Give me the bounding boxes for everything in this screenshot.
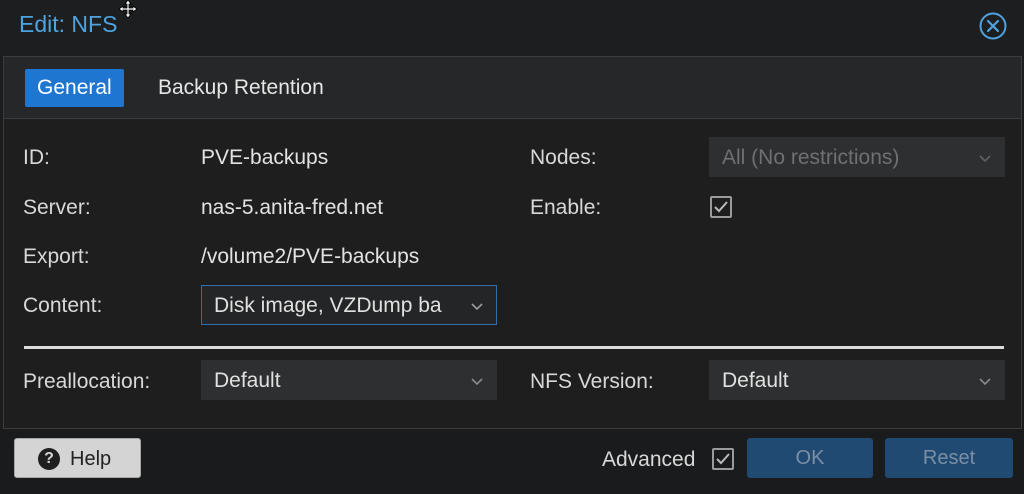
form-divider bbox=[24, 346, 1004, 349]
close-icon[interactable] bbox=[978, 11, 1008, 41]
dialog-titlebar[interactable]: Edit: NFS bbox=[0, 0, 1024, 56]
advanced-label: Advanced bbox=[602, 448, 696, 471]
content-label: Content: bbox=[23, 294, 103, 317]
move-cursor-icon bbox=[118, 0, 138, 18]
content-combobox[interactable]: Disk image, VZDump ba bbox=[201, 285, 497, 325]
export-label: Export: bbox=[23, 245, 90, 268]
export-value: /volume2/PVE-backups bbox=[201, 245, 420, 268]
preallocation-combobox-value: Default bbox=[214, 369, 281, 392]
edit-nfs-dialog: Edit: NFS General Backup Retention ID: P… bbox=[0, 0, 1024, 494]
reset-button[interactable]: Reset bbox=[885, 438, 1013, 478]
preallocation-combobox[interactable]: Default bbox=[201, 360, 497, 400]
nfs-version-label: NFS Version: bbox=[530, 370, 654, 393]
dialog-title: Edit: NFS bbox=[19, 11, 118, 37]
server-value: nas-5.anita-fred.net bbox=[201, 196, 384, 219]
help-button[interactable]: ? Help bbox=[14, 438, 141, 478]
id-value: PVE-backups bbox=[201, 146, 329, 169]
nodes-combobox-value: All (No restrictions) bbox=[722, 146, 900, 169]
chevron-down-icon bbox=[471, 303, 483, 311]
checkmark-icon bbox=[714, 201, 728, 213]
help-button-label: Help bbox=[70, 448, 112, 470]
chevron-down-icon bbox=[471, 378, 483, 386]
tab-general[interactable]: General bbox=[25, 69, 124, 107]
tab-backup-retention[interactable]: Backup Retention bbox=[146, 69, 336, 107]
checkmark-icon bbox=[716, 453, 730, 465]
preallocation-label: Preallocation: bbox=[23, 370, 151, 393]
nfs-version-combobox[interactable]: Default bbox=[709, 360, 1005, 400]
ok-button[interactable]: OK bbox=[747, 438, 873, 478]
chevron-down-icon bbox=[979, 155, 991, 163]
nfs-version-combobox-value: Default bbox=[722, 369, 789, 392]
enable-checkbox[interactable] bbox=[710, 196, 732, 218]
tab-bar: General Backup Retention bbox=[4, 57, 1021, 119]
advanced-checkbox[interactable] bbox=[712, 448, 734, 470]
dialog-panel: General Backup Retention ID: PVE-backups… bbox=[3, 56, 1022, 429]
question-circle-icon: ? bbox=[38, 448, 60, 470]
enable-label: Enable: bbox=[530, 196, 602, 219]
chevron-down-icon bbox=[979, 378, 991, 386]
content-combobox-value: Disk image, VZDump ba bbox=[214, 294, 442, 317]
dialog-footer: ? Help Advanced OK Reset bbox=[0, 429, 1024, 494]
general-form: ID: PVE-backups Server: nas-5.anita-fred… bbox=[4, 120, 1021, 428]
nodes-combobox[interactable]: All (No restrictions) bbox=[709, 137, 1005, 177]
id-label: ID: bbox=[23, 146, 50, 169]
nodes-label: Nodes: bbox=[530, 146, 597, 169]
server-label: Server: bbox=[23, 196, 91, 219]
